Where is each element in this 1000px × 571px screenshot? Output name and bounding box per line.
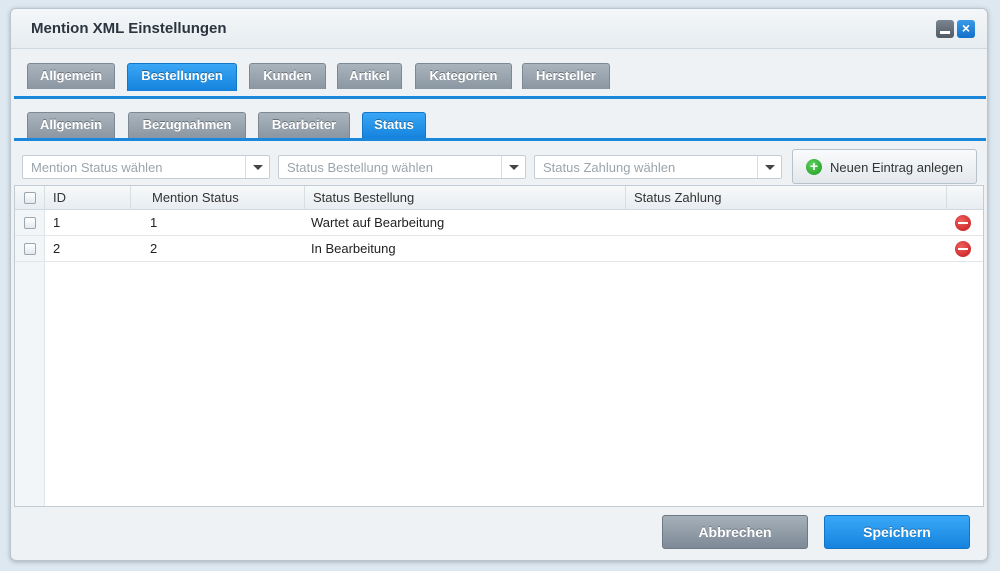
cell-status-zahlung	[626, 236, 634, 262]
row-checkbox[interactable]	[24, 217, 36, 229]
filter-toolbar: Mention Status wählen Status Bestellung …	[14, 141, 986, 185]
window-title: Mention XML Einstellungen	[31, 20, 227, 37]
subtab-allgemein[interactable]: Allgemein	[27, 112, 115, 138]
status-bestellung-placeholder: Status Bestellung wählen	[287, 160, 433, 175]
select-all-checkbox[interactable]	[24, 192, 36, 204]
sub-tab-bar: Allgemein Bezugnahmen Bearbeiter Status	[14, 101, 986, 141]
subtab-bezugnahmen[interactable]: Bezugnahmen	[128, 112, 246, 138]
status-zahlung-select[interactable]: Status Zahlung wählen	[534, 155, 782, 179]
mention-status-placeholder: Mention Status wählen	[31, 160, 163, 175]
close-icon[interactable]: ×	[957, 20, 975, 38]
cell-status-zahlung	[626, 210, 634, 236]
subtab-bearbeiter[interactable]: Bearbeiter	[258, 112, 350, 138]
cell-status-bestellung: In Bearbeitung	[311, 241, 396, 256]
cancel-button[interactable]: Abbrechen	[662, 515, 808, 549]
main-tab-bar: Allgemein Bestellungen Kunden Artikel Ka…	[14, 49, 986, 99]
column-header-status-bestellung[interactable]: Status Bestellung	[305, 186, 626, 210]
status-bestellung-select[interactable]: Status Bestellung wählen	[278, 155, 526, 179]
window-titlebar[interactable]: Mention XML Einstellungen ×	[11, 9, 987, 49]
column-header-status-zahlung[interactable]: Status Zahlung	[626, 186, 947, 210]
status-grid: ID Mention Status Status Bestellung Stat…	[14, 185, 984, 507]
delete-icon[interactable]	[955, 241, 971, 257]
cell-status-bestellung: Wartet auf Bearbeitung	[311, 215, 445, 230]
column-header-id[interactable]: ID	[45, 186, 131, 210]
delete-icon[interactable]	[955, 215, 971, 231]
settings-window: Mention XML Einstellungen × Allgemein Be…	[10, 8, 988, 561]
table-row[interactable]: 1 1 Wartet auf Bearbeitung	[15, 210, 983, 236]
cell-id: 1	[53, 215, 61, 230]
table-row[interactable]: 2 2 In Bearbeitung	[15, 236, 983, 262]
save-button[interactable]: Speichern	[824, 515, 970, 549]
tab-hersteller[interactable]: Hersteller	[522, 63, 610, 89]
chevron-down-icon[interactable]	[501, 156, 525, 178]
cell-mention-status: 2	[150, 241, 158, 256]
new-entry-label: Neuen Eintrag anlegen	[830, 160, 963, 175]
tab-kunden[interactable]: Kunden	[249, 63, 326, 89]
tab-allgemein[interactable]: Allgemein	[27, 63, 115, 89]
mention-status-select[interactable]: Mention Status wählen	[22, 155, 270, 179]
grid-header: ID Mention Status Status Bestellung Stat…	[15, 186, 983, 210]
cell-mention-status: 1	[150, 215, 158, 230]
chevron-down-icon[interactable]	[757, 156, 781, 178]
subtab-status[interactable]: Status	[362, 112, 426, 138]
tab-artikel[interactable]: Artikel	[337, 63, 402, 89]
minimize-icon[interactable]	[936, 20, 954, 38]
chevron-down-icon[interactable]	[245, 156, 269, 178]
add-circle-icon: +	[806, 159, 822, 175]
status-zahlung-placeholder: Status Zahlung wählen	[543, 160, 676, 175]
tab-kategorien[interactable]: Kategorien	[415, 63, 512, 89]
column-header-mention-status[interactable]: Mention Status	[131, 186, 305, 210]
tab-bestellungen[interactable]: Bestellungen	[127, 63, 237, 91]
select-all-cell	[15, 186, 45, 210]
row-checkbox[interactable]	[24, 243, 36, 255]
cell-id: 2	[53, 241, 61, 256]
new-entry-button[interactable]: + Neuen Eintrag anlegen	[792, 149, 977, 184]
